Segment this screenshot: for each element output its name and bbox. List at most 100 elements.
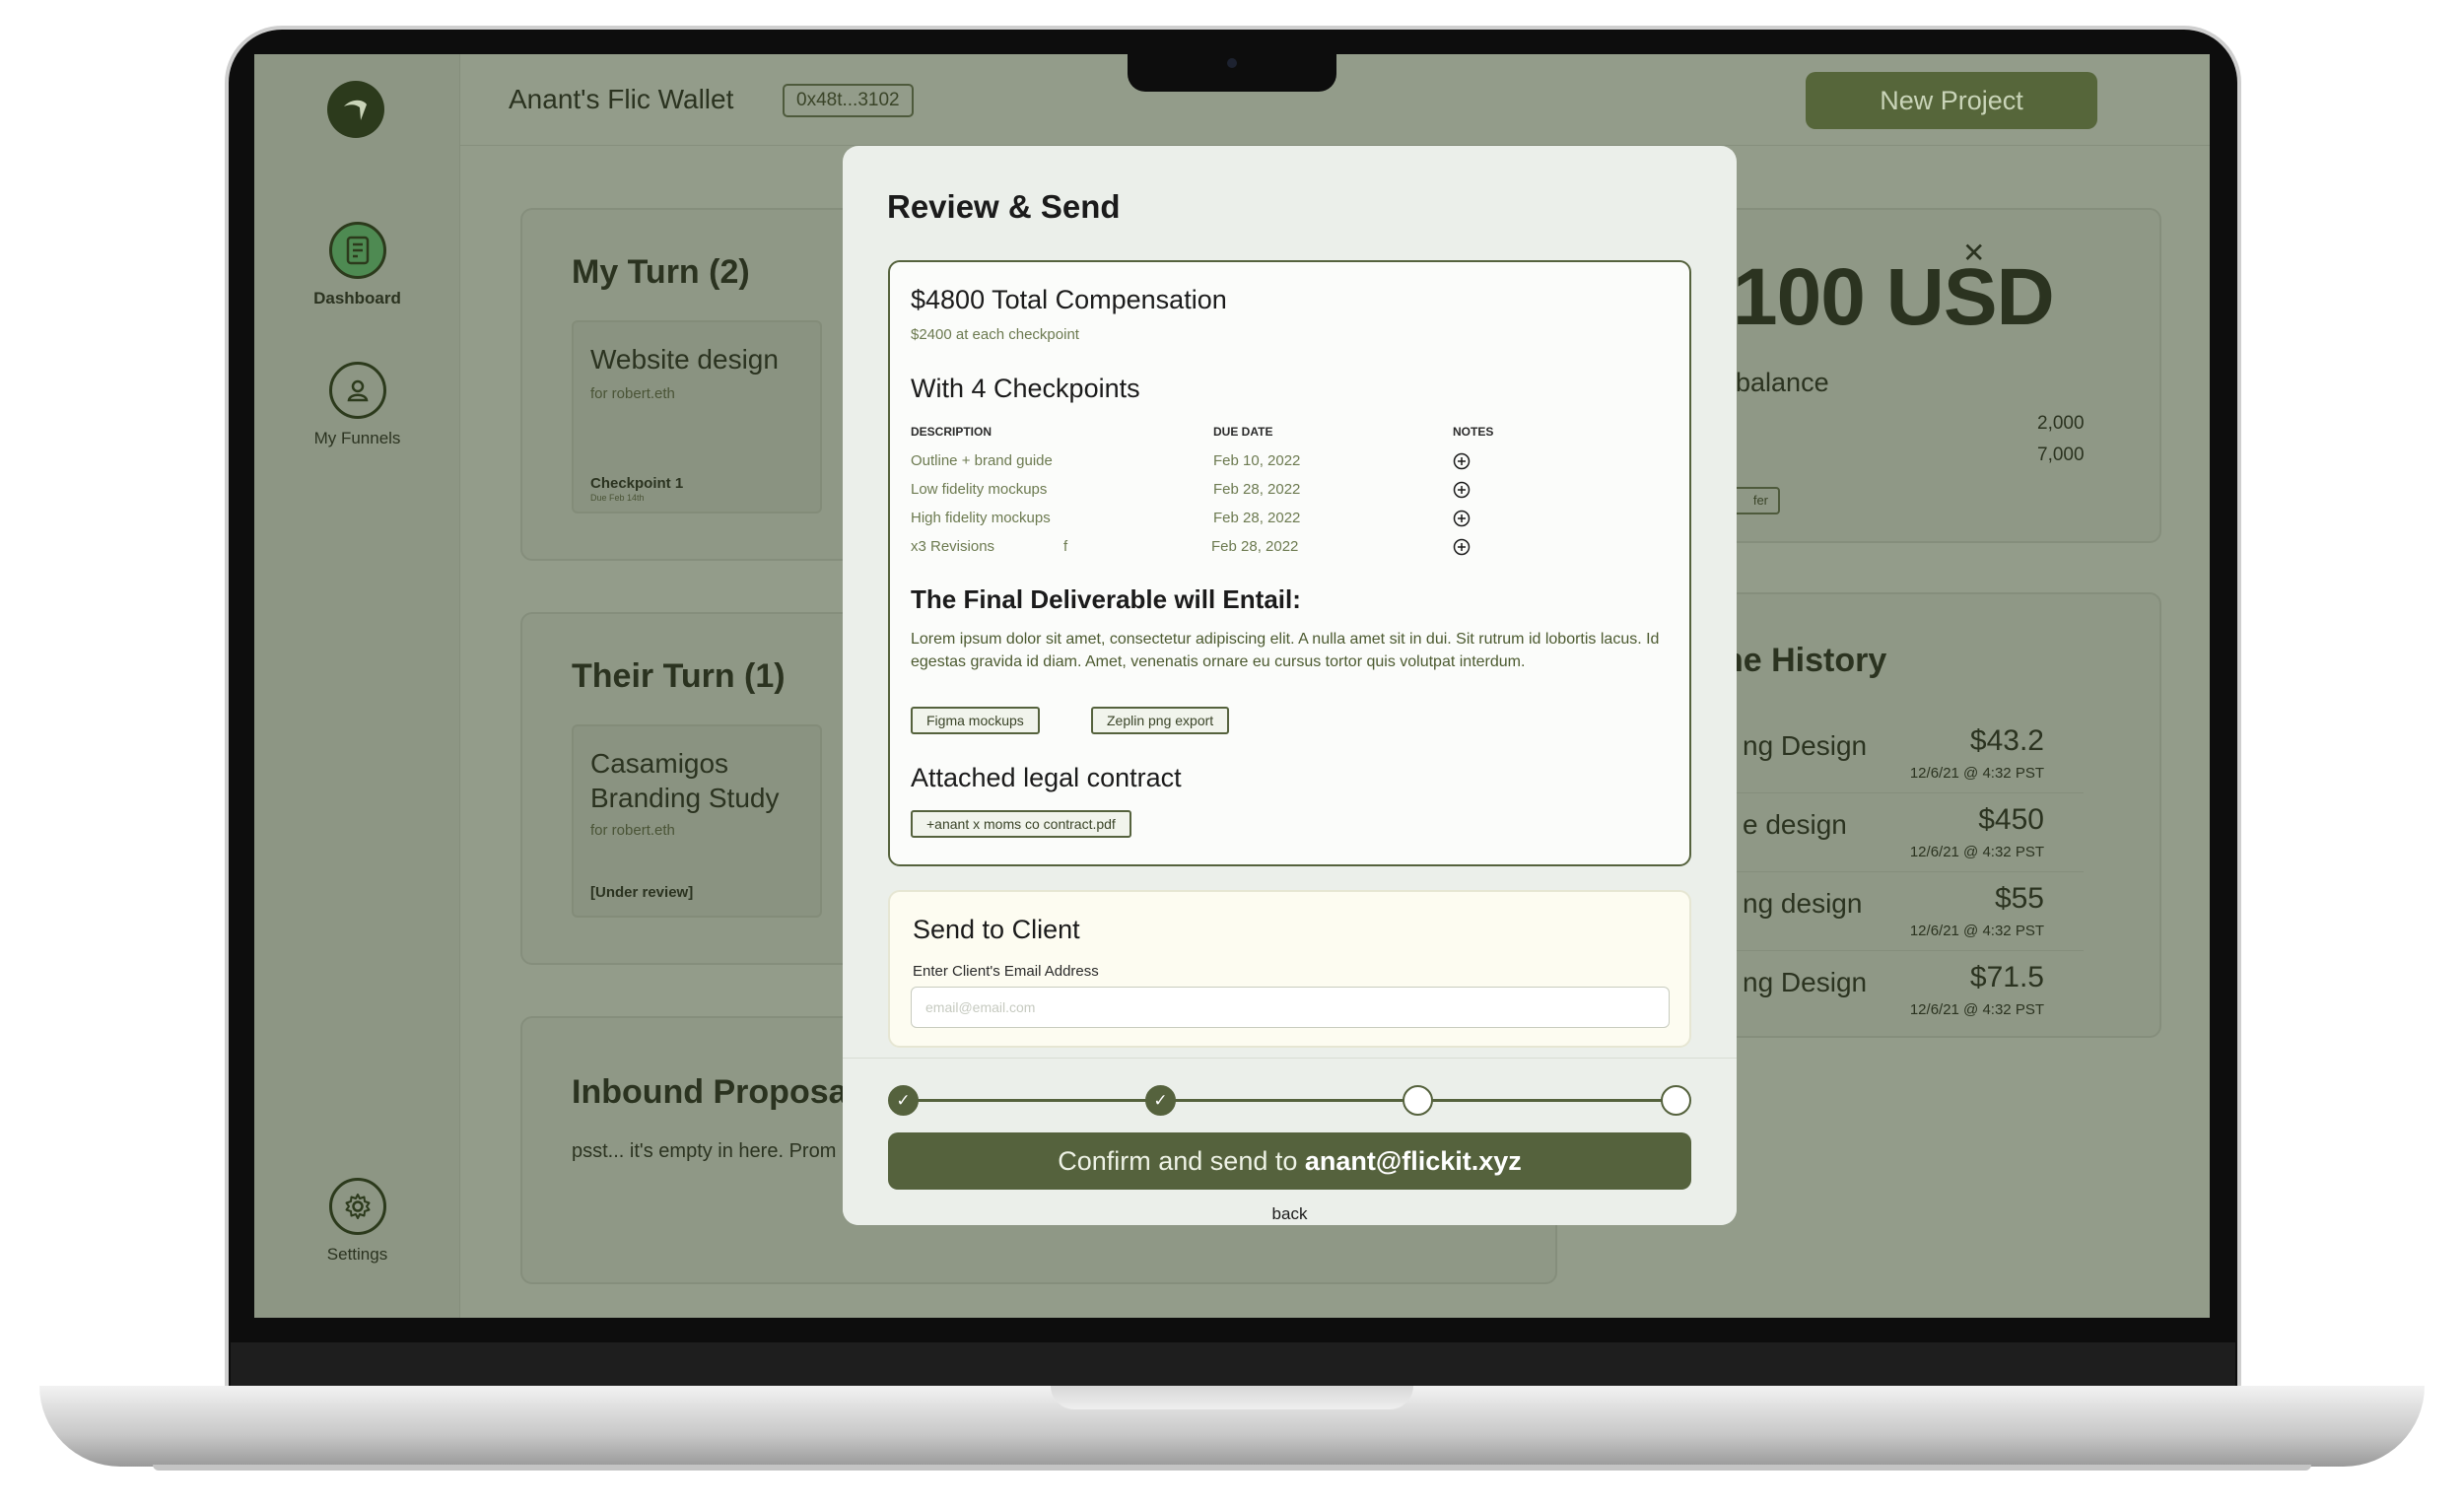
app-screen: Dashboard My Funnels Settings Anant's Fl… <box>254 54 2210 1318</box>
compensation-heading: $4800 Total Compensation <box>911 285 1227 314</box>
laptop-chin <box>231 1342 2235 1392</box>
checkpoint-extra: f <box>1063 538 1068 555</box>
review-send-modal: Review & Send $4800 Total Compensation $… <box>843 146 1737 1225</box>
new-project-button[interactable]: New Project <box>1806 72 2097 129</box>
project-title: Website design <box>590 344 779 375</box>
sidebar: Dashboard My Funnels Settings <box>254 54 460 1318</box>
table-header-description: DESCRIPTION <box>911 425 992 439</box>
table-header-due-date: DUE DATE <box>1213 425 1273 439</box>
contract-heading: Attached legal contract <box>911 763 1182 792</box>
project-client: for robert.eth <box>590 385 675 402</box>
checkpoint-description: Outline + brand guide <box>911 452 1053 469</box>
history-amount: $71.5 <box>1969 961 2044 993</box>
confirm-send-button[interactable]: Confirm and send to anant@flickit.xyz <box>888 1132 1691 1190</box>
add-note-icon[interactable] <box>1453 538 1471 556</box>
project-card-website-design[interactable]: Website design for robert.eth Checkpoint… <box>572 320 822 513</box>
app-logo[interactable] <box>327 81 384 138</box>
modal-footer: ✓ ✓ Confirm and send to anant@flickit.xy… <box>843 1058 1737 1225</box>
project-title-line1: Casamigos <box>590 748 729 779</box>
gear-icon <box>328 1178 386 1235</box>
history-date: 12/6/21 @ 4:32 PST <box>1909 1001 2044 1018</box>
project-checkpoint: Checkpoint 1 <box>590 475 684 492</box>
step-3-incomplete[interactable] <box>1403 1085 1433 1116</box>
history-row[interactable]: ng Design $71.5 12/6/21 @ 4:32 PST <box>1713 951 2084 1030</box>
step-4-incomplete[interactable] <box>1661 1085 1691 1116</box>
my-turn-title: My Turn (2) <box>572 253 750 291</box>
table-header-notes: NOTES <box>1453 425 1494 439</box>
document-icon <box>328 222 386 279</box>
checkpoint-due-date: Feb 10, 2022 <box>1213 452 1301 469</box>
wallet-title: Anant's Flic Wallet <box>509 84 734 114</box>
deliverable-heading: The Final Deliverable will Entail: <box>911 584 1301 614</box>
client-email-input[interactable] <box>911 987 1670 1028</box>
deliverable-tag[interactable]: Zeplin png export <box>1091 707 1230 734</box>
deliverable-tag[interactable]: Figma mockups <box>911 707 1040 734</box>
wallet-address-badge[interactable]: 0x48t...3102 <box>783 84 914 117</box>
contract-file-chip[interactable]: +anant x moms co contract.pdf <box>911 810 1131 838</box>
inbound-title: Inbound Proposa <box>572 1073 848 1111</box>
balance-label: balance <box>1736 368 1829 397</box>
project-client: for robert.eth <box>590 822 675 839</box>
checkpoint-description: x3 Revisions <box>911 538 995 555</box>
project-card-casamigos[interactable]: Casamigos Branding Study for robert.eth … <box>572 724 822 918</box>
project-due: Due Feb 14th <box>590 493 645 503</box>
send-title: Send to Client <box>913 915 1080 944</box>
checkpoint-description: High fidelity mockups <box>911 510 1051 526</box>
history-row[interactable]: e design $450 12/6/21 @ 4:32 PST <box>1713 793 2084 872</box>
modal-title: Review & Send <box>887 188 1121 225</box>
sidebar-item-settings[interactable]: Settings <box>254 1178 460 1265</box>
logo-mark-icon <box>344 100 367 120</box>
balance-amount: 100 USD <box>1733 252 2055 342</box>
add-note-icon[interactable] <box>1453 510 1471 527</box>
history-row[interactable]: ng Design $43.2 12/6/21 @ 4:32 PST <box>1713 715 2084 793</box>
camera-notch <box>1128 54 1336 92</box>
add-note-icon[interactable] <box>1453 452 1471 470</box>
history-amount: $450 <box>1978 803 2044 836</box>
inbound-empty-text: psst... it's empty in here. Prom <box>572 1140 837 1162</box>
history-amount: $43.2 <box>1969 724 2044 757</box>
laptop-feet <box>153 1465 2311 1471</box>
history-amount: $55 <box>1994 882 2044 915</box>
my-turn-card: My Turn (2) Website design for robert.et… <box>520 208 856 561</box>
compensation-subtext: $2400 at each checkpoint <box>911 326 1079 343</box>
history-date: 12/6/21 @ 4:32 PST <box>1909 844 2044 860</box>
sidebar-item-label: Dashboard <box>313 289 401 308</box>
balance-value: 7,000 <box>2037 445 2085 465</box>
checkpoints-heading: With 4 Checkpoints <box>911 374 1140 403</box>
sidebar-item-label: My Funnels <box>313 429 401 447</box>
step-2-complete[interactable]: ✓ <box>1145 1085 1176 1116</box>
stepper-track <box>904 1099 1678 1102</box>
history-date: 12/6/21 @ 4:32 PST <box>1909 765 2044 782</box>
sidebar-item-dashboard[interactable]: Dashboard <box>254 222 460 308</box>
checkpoint-due-date: Feb 28, 2022 <box>1213 510 1301 526</box>
checkpoint-due-date: Feb 28, 2022 <box>1211 538 1299 555</box>
balance-value: 2,000 <box>2037 413 2085 434</box>
project-title-line2: Branding Study <box>590 783 780 813</box>
step-1-complete[interactable]: ✓ <box>888 1085 919 1116</box>
sidebar-item-label: Settings <box>326 1245 388 1264</box>
proposal-review-panel: $4800 Total Compensation $2400 at each c… <box>888 260 1691 866</box>
history-project-name: ng Design <box>1743 730 1868 761</box>
laptop-opening-notch <box>1051 1386 1413 1409</box>
camera-icon <box>1227 58 1237 68</box>
their-turn-card: Their Turn (1) Casamigos Branding Study … <box>520 612 856 965</box>
confirm-prefix: Confirm and send to <box>1058 1146 1305 1176</box>
user-icon <box>328 362 386 419</box>
close-icon[interactable]: ✕ <box>1962 237 1985 269</box>
back-link[interactable]: back <box>843 1204 1737 1224</box>
email-label: Enter Client's Email Address <box>913 963 1099 980</box>
deliverable-description: Lorem ipsum dolor sit amet, consectetur … <box>911 631 1660 670</box>
history-project-name: ng design <box>1743 888 1863 919</box>
history-title: ne History <box>1723 642 1887 679</box>
sidebar-item-my-funnels[interactable]: My Funnels <box>254 362 460 448</box>
history-row[interactable]: ng design $55 12/6/21 @ 4:32 PST <box>1713 872 2084 951</box>
add-note-icon[interactable] <box>1453 481 1471 499</box>
confirm-email: anant@flickit.xyz <box>1304 1146 1522 1176</box>
history-project-name: ng Design <box>1743 967 1868 997</box>
checkpoint-due-date: Feb 28, 2022 <box>1213 481 1301 498</box>
checkpoint-description: Low fidelity mockups <box>911 481 1048 498</box>
history-project-name: e design <box>1743 809 1847 840</box>
history-date: 12/6/21 @ 4:32 PST <box>1909 923 2044 939</box>
send-to-client-panel: Send to Client Enter Client's Email Addr… <box>888 890 1691 1048</box>
their-turn-title: Their Turn (1) <box>572 657 786 695</box>
